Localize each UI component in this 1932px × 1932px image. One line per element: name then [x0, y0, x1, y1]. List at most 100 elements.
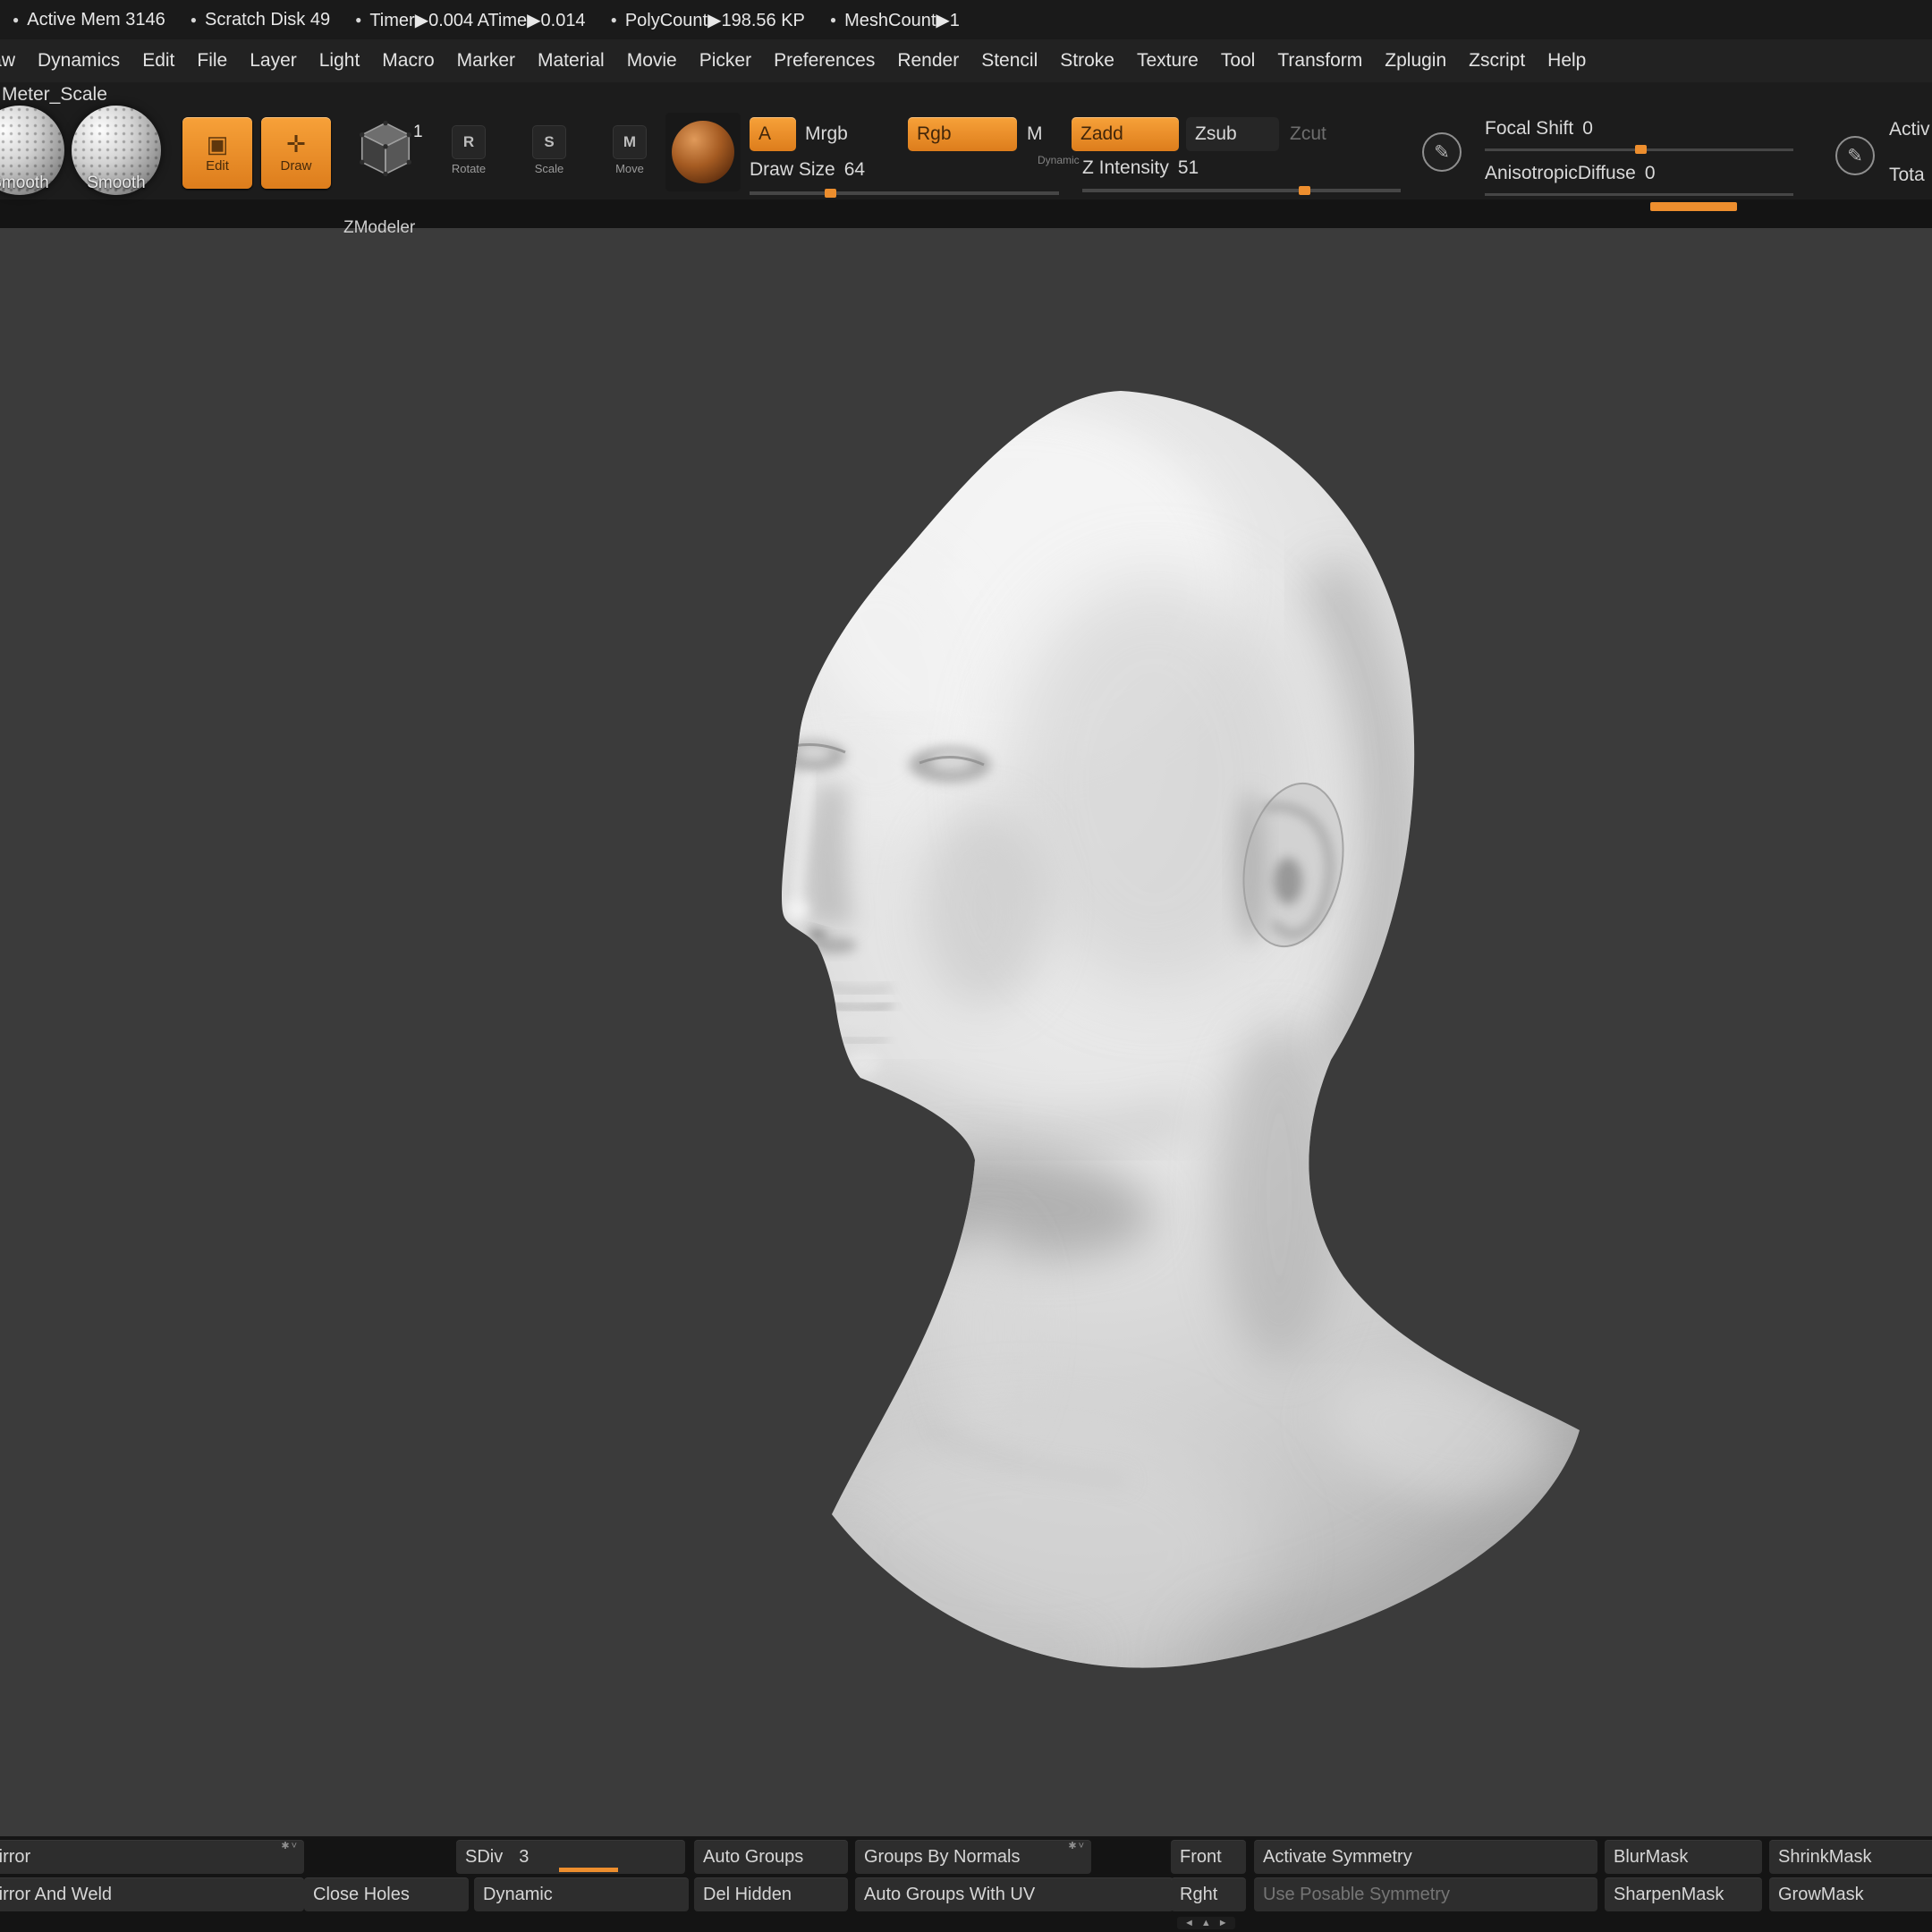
menu-item[interactable]: Zscript	[1469, 50, 1525, 72]
menu-item[interactable]: Preferences	[774, 50, 875, 72]
dynamic-mode-tiny-label: Dynamic	[1038, 154, 1080, 166]
slider-handle[interactable]	[1635, 145, 1647, 154]
anisotropic-diffuse-value: 0	[1645, 163, 1656, 184]
bullet-icon: ●	[830, 13, 836, 26]
menu-item[interactable]: Zplugin	[1385, 50, 1446, 72]
status-bar: ● Active Mem 3146 ● Scratch Disk 49 ● Ti…	[0, 0, 1932, 39]
anisotropic-diffuse-readout: AnisotropicDiffuse 0	[1485, 163, 1656, 184]
zmodeler-brush-button[interactable]: 1 ZModeler	[347, 117, 424, 192]
rotate-label: Rotate	[452, 162, 486, 175]
close-holes-button[interactable]: Close Holes	[304, 1877, 469, 1911]
edit-button[interactable]: ▣ Edit	[182, 117, 252, 189]
menu-item[interactable]: Tool	[1221, 50, 1256, 72]
zadd-toggle-button[interactable]: Zadd	[1072, 117, 1179, 151]
draw-size-label: Draw Size	[750, 159, 835, 181]
focal-shift-label: Focal Shift	[1485, 118, 1573, 140]
rotate-mode-button[interactable]: R Rotate	[444, 125, 494, 184]
move-icon: M	[613, 125, 647, 159]
del-hidden-button[interactable]: Del Hidden	[694, 1877, 848, 1911]
sdiv-slider-fill[interactable]	[559, 1868, 618, 1872]
head-model	[0, 228, 1932, 1836]
bottom-shelf: Mirror ✱˅ SDiv3 Auto Groups Groups By No…	[0, 1836, 1932, 1932]
material-sphere-icon	[672, 121, 734, 183]
slider-handle[interactable]	[825, 189, 836, 198]
blur-mask-button[interactable]: BlurMask	[1605, 1840, 1762, 1874]
menu-item[interactable]: Marker	[457, 50, 515, 72]
bullet-icon: ●	[611, 13, 617, 26]
groups-by-normals-button[interactable]: Groups By Normals ✱˅	[855, 1840, 1091, 1874]
focal-shift-slider[interactable]	[1485, 148, 1793, 151]
z-intensity-slider[interactable]	[1082, 189, 1401, 192]
menu-item[interactable]: Light	[319, 50, 360, 72]
status-item: ● Timer▶0.004 ATime▶0.014	[355, 9, 585, 31]
draw-button-label: Draw	[280, 158, 311, 174]
active-tool-name: Meter_Scale	[2, 84, 107, 106]
mrgb-toggle[interactable]: Mrgb	[805, 117, 848, 151]
menu-item[interactable]: Stencil	[981, 50, 1038, 72]
status-item-label: Scratch Disk 49	[205, 10, 330, 30]
mirror-button[interactable]: Mirror ✱˅	[0, 1840, 304, 1874]
front-button[interactable]: Front	[1171, 1840, 1246, 1874]
menu-item[interactable]: Texture	[1137, 50, 1199, 72]
focal-shift-value: 0	[1582, 118, 1593, 140]
menu-item[interactable]: Transform	[1277, 50, 1362, 72]
shrink-mask-button[interactable]: ShrinkMask	[1769, 1840, 1932, 1874]
draw-mode-button[interactable]: ✛ Draw	[261, 117, 331, 189]
zmodeler-label: ZModeler	[343, 218, 424, 238]
status-item: ● Active Mem 3146	[13, 10, 165, 30]
status-item-label: Active Mem 3146	[27, 10, 165, 30]
m-toggle[interactable]: M	[1027, 117, 1043, 151]
auto-groups-button[interactable]: Auto Groups	[694, 1840, 848, 1874]
anisotropic-diffuse-slider[interactable]	[1485, 193, 1793, 196]
menu-item[interactable]: File	[197, 50, 227, 72]
scrub-up-icon[interactable]: ▲	[1201, 1918, 1211, 1928]
zmodeler-count-badge: 1	[413, 123, 423, 142]
menu-item-draw[interactable]: Draw	[0, 50, 15, 72]
dynamic-subdiv-button[interactable]: Dynamic	[474, 1877, 689, 1911]
scale-mode-button[interactable]: S Scale	[524, 125, 574, 184]
menu-item[interactable]: Dynamics	[38, 50, 120, 72]
material-preview-button[interactable]	[665, 113, 741, 191]
draw-crosshair-icon: ✛	[286, 132, 306, 156]
anisotropic-diffuse-fill[interactable]	[1650, 202, 1737, 211]
menu-item[interactable]: Material	[538, 50, 605, 72]
menu-item[interactable]: Macro	[382, 50, 434, 72]
z-intensity-value: 51	[1178, 157, 1199, 179]
active-points-clipped-label: Activ	[1889, 119, 1930, 140]
zsub-toggle-button[interactable]: Zsub	[1186, 117, 1279, 151]
menu-item[interactable]: Movie	[627, 50, 677, 72]
grow-mask-button[interactable]: GrowMask	[1769, 1877, 1932, 1911]
bullet-icon: ●	[355, 13, 361, 26]
move-mode-button[interactable]: M Move	[605, 125, 655, 184]
menu-item[interactable]: Picker	[699, 50, 751, 72]
z-intensity-label: Z Intensity	[1082, 157, 1169, 179]
total-points-clipped-label: Tota	[1889, 165, 1925, 186]
draw-size-readout: Draw Size 64	[750, 159, 865, 181]
stroke-pen-icon[interactable]: ✎	[1422, 132, 1462, 172]
menu-item[interactable]: Stroke	[1060, 50, 1114, 72]
focal-shift-readout: Focal Shift 0	[1485, 118, 1593, 140]
menu-item[interactable]: Help	[1547, 50, 1586, 72]
scrub-left-icon[interactable]: ◄	[1184, 1918, 1194, 1928]
status-item-label: PolyCount▶198.56 KP	[625, 9, 805, 31]
right-view-button[interactable]: Rght	[1171, 1877, 1246, 1911]
menu-item[interactable]: Render	[897, 50, 959, 72]
auto-groups-with-uv-button[interactable]: Auto Groups With UV	[855, 1877, 1174, 1911]
rgb-toggle-button[interactable]: Rgb	[908, 117, 1017, 151]
edit-button-label: Edit	[206, 158, 229, 174]
menu-item[interactable]: Layer	[250, 50, 297, 72]
sdiv-slider[interactable]: SDiv3	[456, 1840, 685, 1874]
draw-size-slider[interactable]	[750, 191, 1059, 195]
activate-symmetry-button[interactable]: Activate Symmetry	[1254, 1840, 1597, 1874]
menu-item[interactable]: Edit	[142, 50, 174, 72]
mirror-and-weld-button[interactable]: Mirror And Weld	[0, 1877, 304, 1911]
depth-pen-icon[interactable]: ✎	[1835, 136, 1875, 175]
airbrush-toggle-button[interactable]: A	[750, 117, 796, 151]
menu-bar: Draw Dynamics Edit File Layer Light Macro Mark…	[0, 39, 1932, 82]
shelf-scrubber[interactable]: ◄ ▲ ►	[1177, 1917, 1235, 1929]
rotate-icon: R	[452, 125, 486, 159]
scrub-right-icon[interactable]: ►	[1218, 1918, 1228, 1928]
sculpt-viewport[interactable]	[0, 228, 1932, 1836]
slider-handle[interactable]	[1299, 186, 1310, 195]
sharpen-mask-button[interactable]: SharpenMask	[1605, 1877, 1762, 1911]
